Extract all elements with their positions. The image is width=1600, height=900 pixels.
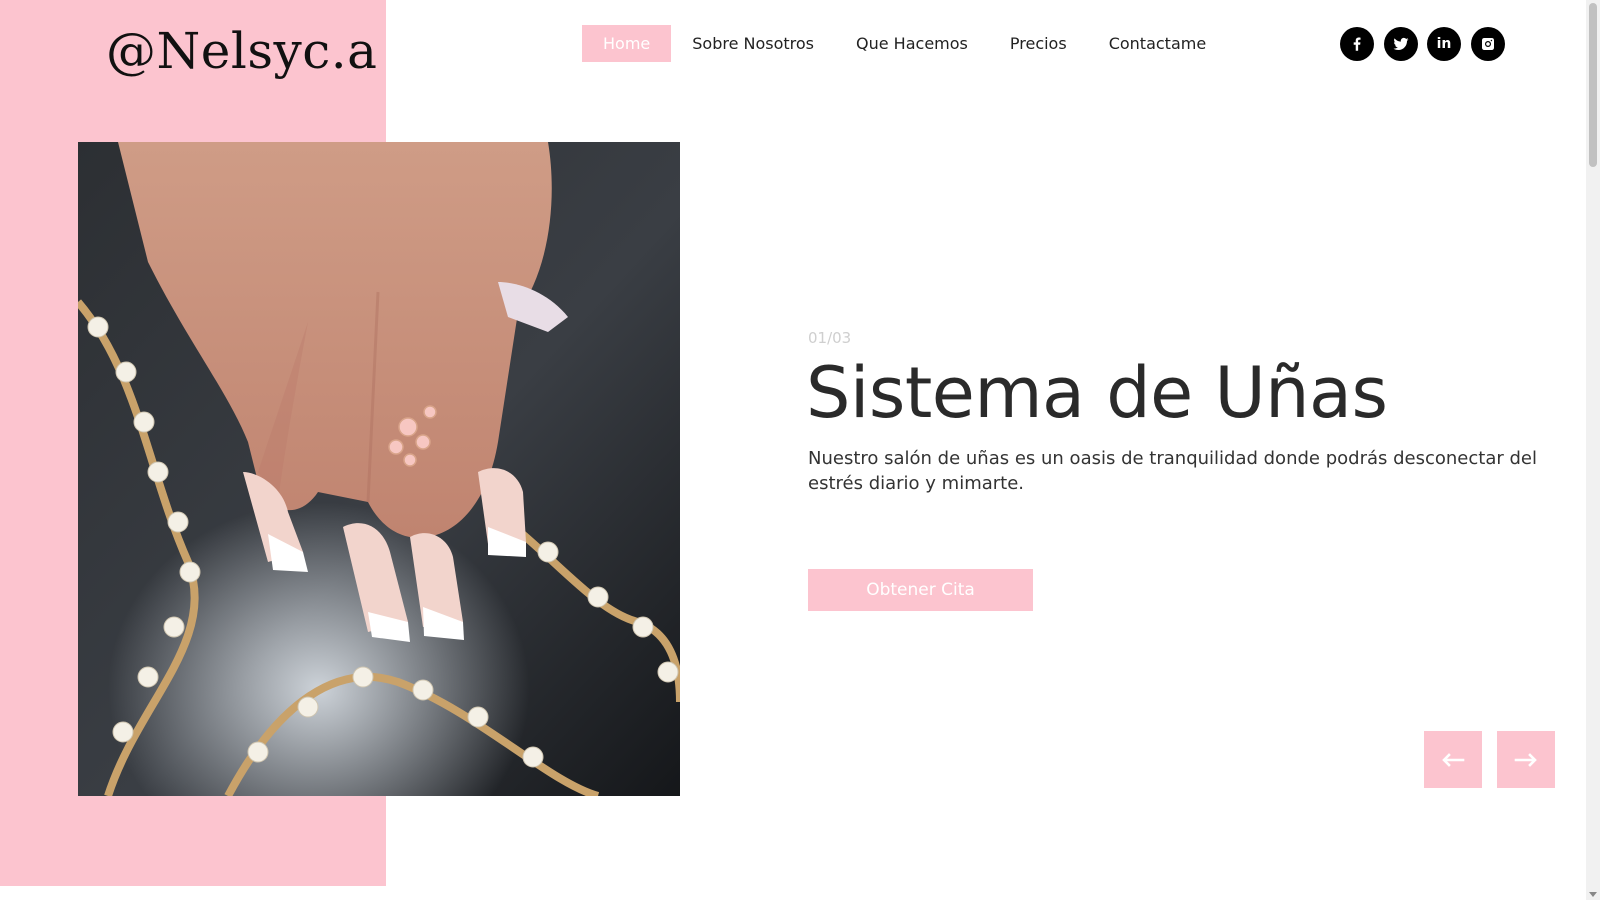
nav-item-home[interactable]: Home: [582, 25, 672, 62]
get-appointment-button[interactable]: Obtener Cita: [808, 569, 1033, 611]
slide-description: Nuestro salón de uñas es un oasis de tra…: [808, 448, 1537, 494]
nav-item-precios[interactable]: Precios: [989, 25, 1088, 62]
nav-item-que-hacemos[interactable]: Que Hacemos: [835, 25, 989, 62]
scroll-down-icon[interactable]: [1589, 890, 1597, 898]
linkedin-icon[interactable]: in: [1427, 27, 1461, 61]
main-nav: Home Sobre Nosotros Que Hacemos Precios …: [582, 25, 1227, 62]
arrow-left-icon: [1442, 752, 1465, 767]
nav-item-contactame[interactable]: Contactame: [1088, 25, 1227, 62]
linkedin-icon-text: in: [1436, 36, 1452, 52]
slider-prev-button[interactable]: [1424, 731, 1482, 788]
instagram-icon[interactable]: [1470, 27, 1505, 61]
hero-nail-photo: [78, 142, 680, 796]
site-logo[interactable]: @Nelsyc.a: [106, 22, 377, 80]
twitter-icon[interactable]: [1383, 27, 1418, 61]
arrow-right-icon: [1514, 752, 1537, 767]
slide-counter: 01/03: [808, 329, 852, 347]
facebook-icon[interactable]: [1340, 27, 1374, 61]
social-links: in: [1340, 27, 1514, 61]
nav-item-sobre-nosotros[interactable]: Sobre Nosotros: [671, 25, 835, 62]
scrollbar-thumb[interactable]: [1589, 3, 1597, 167]
slider-next-button[interactable]: [1497, 731, 1555, 788]
page-scrollbar[interactable]: [1586, 0, 1600, 900]
slide-title: Sistema de Uñas: [806, 352, 1388, 434]
